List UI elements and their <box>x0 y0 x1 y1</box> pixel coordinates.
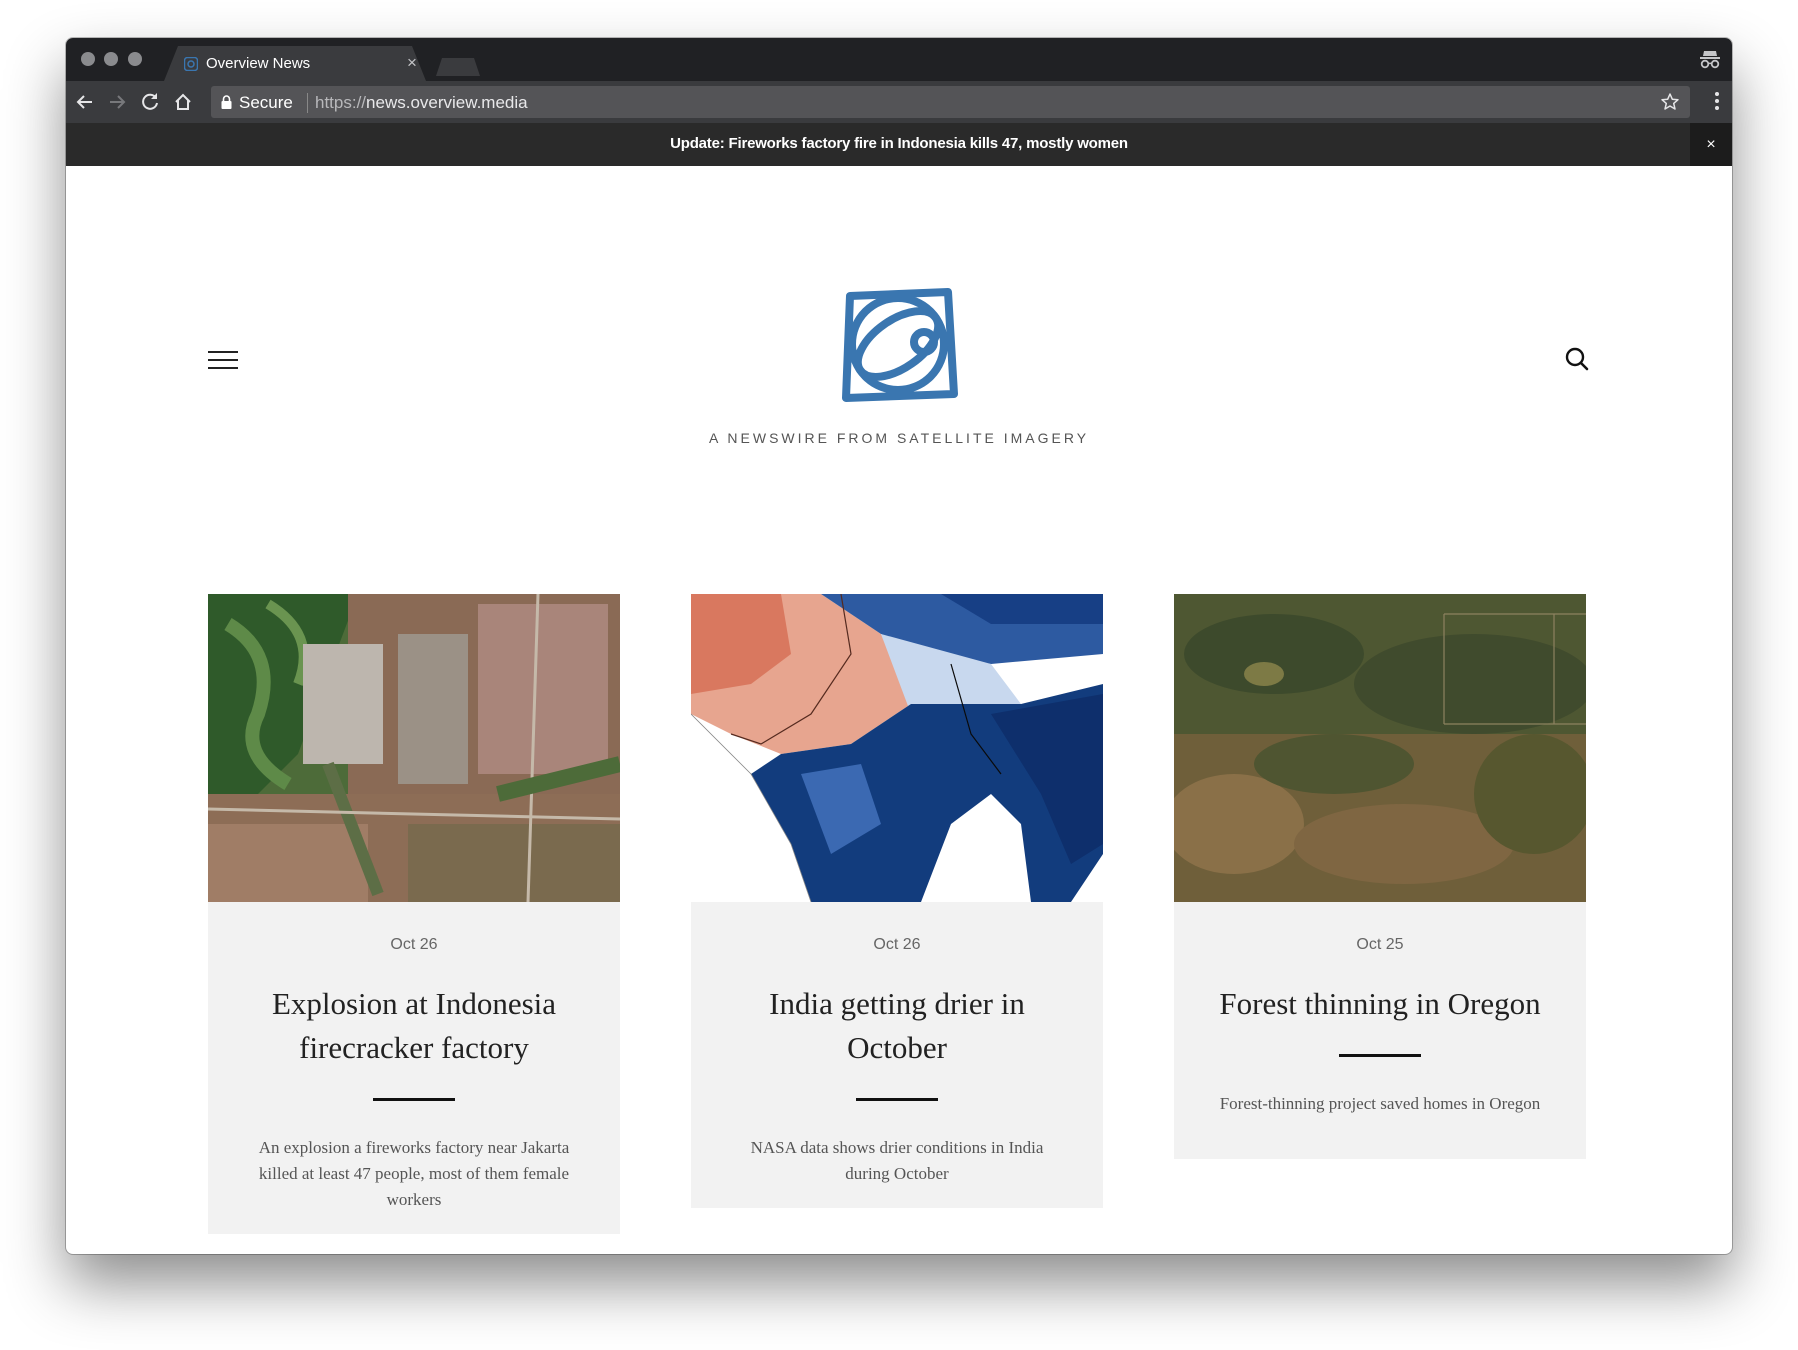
browser-toolbar: Secure https://news.overview.media <box>66 81 1732 123</box>
url-text[interactable]: https://news.overview.media <box>315 93 528 113</box>
secure-label: Secure <box>239 93 293 112</box>
article-card[interactable]: Oct 26 India getting drier in October NA… <box>691 594 1103 1208</box>
incognito-icon[interactable] <box>1698 48 1722 70</box>
favicon-icon <box>184 57 198 71</box>
site-tagline: A NEWSWIRE FROM SATELLITE IMAGERY <box>708 430 1090 446</box>
alert-close-button[interactable]: × <box>1690 123 1732 166</box>
tab-close-icon[interactable]: × <box>407 53 417 73</box>
minimize-window-button[interactable] <box>104 52 118 66</box>
tab-title: Overview News <box>206 55 311 72</box>
satellite-image-jakarta-suburbs[interactable] <box>208 594 620 902</box>
new-tab-button[interactable] <box>436 58 480 76</box>
tab-overview-news[interactable]: Overview News × <box>164 46 426 81</box>
satellite-image-oregon-forest[interactable] <box>1174 594 1586 902</box>
home-icon <box>175 93 191 110</box>
tab-strip: Overview News × <box>66 38 1732 81</box>
update-alert-bar: Update: Fireworks factory fire in Indone… <box>66 123 1732 166</box>
alert-headline[interactable]: Update: Fireworks factory fire in Indone… <box>66 135 1732 152</box>
address-divider <box>307 93 308 113</box>
zoom-window-button[interactable] <box>128 52 142 66</box>
card-title[interactable]: India getting drier in October <box>732 982 1062 1070</box>
back-button[interactable] <box>70 87 100 117</box>
arrow-left-icon <box>76 95 92 109</box>
search-icon[interactable] <box>1564 346 1590 372</box>
article-card[interactable]: Oct 26 Explosion at Indonesia firecracke… <box>208 594 620 1234</box>
card-divider <box>856 1098 938 1101</box>
moisture-map-india[interactable] <box>691 594 1103 902</box>
url-host: news.overview.media <box>366 93 528 112</box>
card-title[interactable]: Forest thinning in Oregon <box>1215 982 1545 1026</box>
card-date: Oct 26 <box>390 936 438 953</box>
card-description: NASA data shows drier conditions in Indi… <box>750 1138 1044 1183</box>
card-date: Oct 26 <box>873 936 921 953</box>
home-button[interactable] <box>168 87 198 117</box>
bookmark-star-icon[interactable] <box>1660 92 1680 112</box>
overview-logo[interactable] <box>836 284 962 408</box>
card-date: Oct 25 <box>1356 936 1404 953</box>
reload-icon <box>142 93 158 110</box>
reload-button[interactable] <box>135 87 165 117</box>
url-scheme: https:// <box>315 93 367 112</box>
card-divider <box>1339 1054 1421 1057</box>
card-title[interactable]: Explosion at Indonesia firecracker facto… <box>249 982 579 1070</box>
menu-icon[interactable] <box>208 349 238 371</box>
card-description: An explosion a fireworks factory near Ja… <box>258 1138 570 1209</box>
close-window-button[interactable] <box>81 52 95 66</box>
article-card[interactable]: Oct 25 Forest thinning in Oregon Forest-… <box>1174 594 1586 1159</box>
more-vert-icon[interactable] <box>1714 91 1720 111</box>
card-divider <box>373 1098 455 1101</box>
address-bar[interactable]: Secure https://news.overview.media <box>211 86 1690 118</box>
browser-window: Overview News × Secure https://news.over… <box>66 38 1732 1254</box>
arrow-right-icon <box>110 95 126 109</box>
lock-icon <box>221 95 232 109</box>
card-description: Forest-thinning project saved homes in O… <box>1219 1094 1541 1113</box>
forward-button[interactable] <box>102 87 132 117</box>
